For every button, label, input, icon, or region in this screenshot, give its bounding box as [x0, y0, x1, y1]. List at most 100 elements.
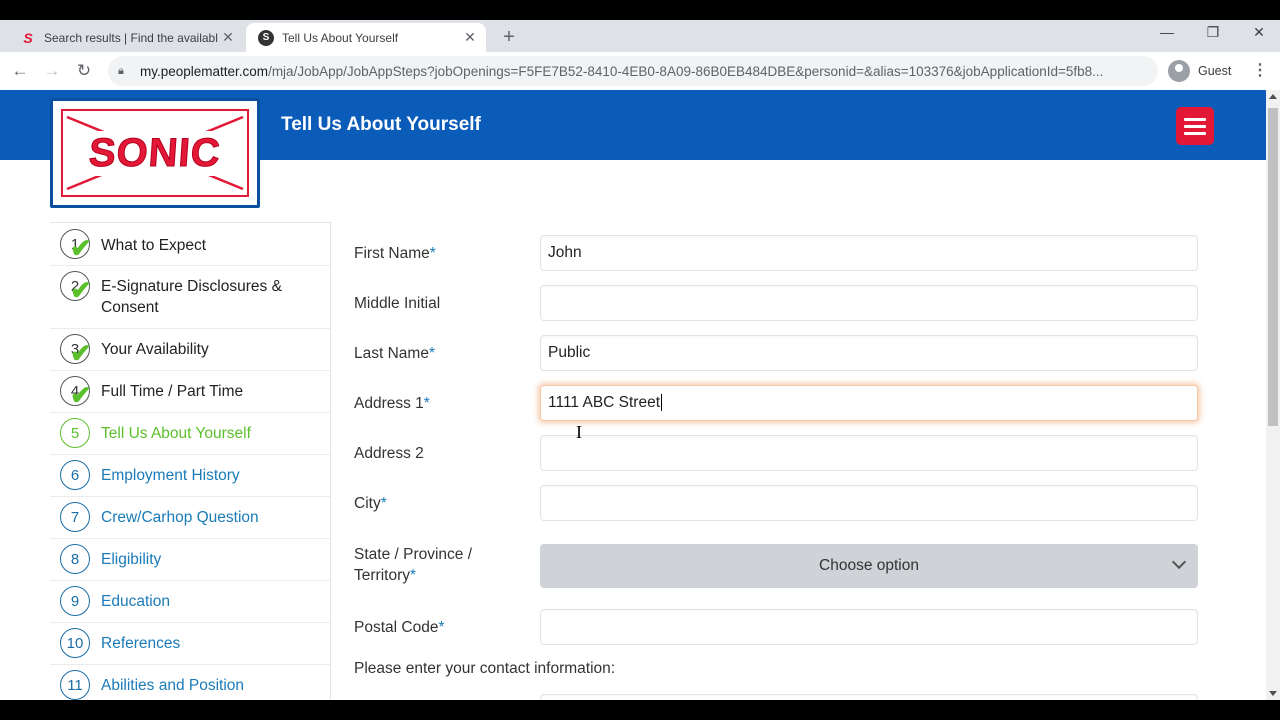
middle-initial-input[interactable] — [540, 285, 1198, 321]
back-arrow-icon[interactable]: ← — [4, 61, 36, 81]
profile-button[interactable]: Guest — [1168, 57, 1231, 85]
step-number: 8 — [60, 544, 90, 574]
step-10[interactable]: 10 References — [50, 623, 330, 665]
first-name-label: First Name* — [354, 243, 504, 264]
last-name-label: Last Name* — [354, 343, 504, 364]
url-text: my.peoplematter.com/mja/JobApp/JobAppSte… — [140, 64, 1140, 79]
sonic-logo: SONIC — [50, 98, 260, 208]
first-name-input[interactable]: John — [540, 235, 1198, 271]
text-cursor-icon: I — [576, 422, 582, 442]
tab-strip: S Search results | Find the available ✕ … — [0, 20, 1280, 52]
city-label: City* — [354, 493, 504, 514]
page-scrollbar[interactable] — [1266, 90, 1280, 700]
menu-button[interactable] — [1176, 107, 1214, 145]
step-label: Eligibility — [101, 551, 162, 568]
step-2[interactable]: 2 ✔ E-Signature Disclosures & Consent — [50, 266, 330, 329]
chevron-down-icon — [1171, 554, 1187, 570]
required-mark: * — [409, 567, 417, 584]
minimize-icon[interactable]: — — [1157, 24, 1177, 40]
step-label: Crew/Carhop Question — [101, 509, 259, 526]
state-selected-value: Choose option — [819, 557, 919, 574]
bottom-letterbox — [0, 700, 1280, 720]
step-5[interactable]: 5 Tell Us About Yourself — [50, 413, 330, 455]
address1-label: Address 1* — [354, 393, 504, 414]
step-label: What to Expect — [101, 237, 207, 254]
step-3[interactable]: 3 ✔ Your Availability — [50, 329, 330, 371]
step-number: 11 — [60, 670, 90, 700]
step-4[interactable]: 4 ✔ Full Time / Part Time — [50, 371, 330, 413]
web-page: Tell Us About Yourself SONIC 1 ✔ What to… — [0, 90, 1266, 700]
page-title: Tell Us About Yourself — [281, 114, 481, 135]
browser-chrome: S Search results | Find the available ✕ … — [0, 20, 1280, 90]
scroll-up-icon[interactable] — [1269, 94, 1277, 99]
browser-toolbar: ← → ↻ 🔒︎ my.peoplematter.com/mja/JobApp/… — [0, 52, 1280, 90]
more-menu-icon[interactable]: ⋮ — [1250, 60, 1270, 80]
label-text: City — [354, 495, 381, 512]
hamburger-line — [1184, 131, 1206, 135]
close-tab-icon[interactable]: ✕ — [460, 29, 480, 46]
state-select[interactable]: Choose option — [540, 544, 1198, 588]
logo-text: SONIC — [84, 130, 226, 176]
label-text: Address 1 — [354, 395, 424, 412]
s-circle-icon: S — [258, 29, 274, 46]
top-letterbox — [0, 0, 1280, 20]
label-text: Postal Code — [354, 619, 439, 636]
new-tab-button[interactable]: + — [498, 26, 520, 48]
contact-info-prompt: Please enter your contact information: — [354, 660, 616, 677]
hamburger-line — [1184, 124, 1206, 128]
step-11[interactable]: 11 Abilities and Position — [50, 665, 330, 700]
required-mark: * — [429, 245, 436, 262]
required-mark: * — [428, 345, 435, 362]
tab-search-results[interactable]: S Search results | Find the available ✕ — [8, 23, 244, 52]
address1-value: 1111 ABC Street — [548, 394, 661, 411]
step-7[interactable]: 7 Crew/Carhop Question — [50, 497, 330, 539]
step-8[interactable]: 8 Eligibility — [50, 539, 330, 581]
step-label: Employment History — [101, 467, 240, 484]
checkmark-icon: ✔ — [70, 275, 92, 305]
address-bar[interactable]: 🔒︎ my.peoplematter.com/mja/JobApp/JobApp… — [108, 56, 1158, 86]
url-host: my.peoplematter.com — [140, 63, 269, 79]
hamburger-line — [1184, 117, 1206, 121]
last-name-input[interactable]: Public — [540, 335, 1198, 371]
label-text: Last Name — [354, 345, 429, 362]
step-number: 9 — [60, 586, 90, 616]
text-caret — [661, 394, 663, 412]
step-9[interactable]: 9 Education — [50, 581, 330, 623]
address2-input[interactable] — [540, 435, 1198, 471]
middle-initial-label: Middle Initial — [354, 295, 441, 312]
step-number: 10 — [60, 628, 90, 658]
lock-icon: 🔒︎ — [118, 64, 124, 77]
step-1[interactable]: 1 ✔ What to Expect — [50, 223, 330, 266]
tab-title: Search results | Find the available — [44, 30, 218, 45]
logo-frame: SONIC — [61, 109, 249, 197]
tab-tell-us-about-yourself[interactable]: S Tell Us About Yourself ✕ — [246, 23, 486, 52]
label-text: First Name — [354, 245, 430, 262]
scroll-thumb[interactable] — [1268, 108, 1278, 426]
checkmark-icon: ✔ — [70, 338, 92, 368]
address2-label: Address 2 — [354, 445, 424, 462]
close-tab-icon[interactable]: ✕ — [218, 29, 238, 46]
checkmark-icon: ✔ — [70, 380, 92, 410]
postal-code-input[interactable] — [540, 609, 1198, 645]
restore-icon[interactable]: ❐ — [1203, 24, 1223, 41]
state-label: State / Province / Territory* — [354, 544, 504, 586]
reload-icon[interactable]: ↻ — [68, 61, 100, 81]
step-label: E-Signature Disclosures & Consent — [101, 278, 282, 316]
window-close-icon[interactable]: ✕ — [1249, 24, 1269, 41]
address1-input[interactable]: 1111 ABC Street — [540, 385, 1198, 421]
step-label: Your Availability — [101, 341, 209, 358]
step-6[interactable]: 6 Employment History — [50, 455, 330, 497]
postal-code-label: Postal Code* — [354, 617, 504, 638]
step-label: Abilities and Position — [101, 677, 245, 694]
city-input[interactable] — [540, 485, 1198, 521]
step-number: 6 — [60, 460, 90, 490]
step-label: Tell Us About Yourself — [101, 425, 251, 442]
required-mark: * — [423, 395, 430, 412]
steps-sidebar: 1 ✔ What to Expect 2 ✔ E-Signature Discl… — [50, 222, 331, 700]
url-path: /mja/JobApp/JobAppSteps?jobOpenings=F5FE… — [268, 63, 1104, 79]
step-number: 5 — [60, 418, 90, 448]
scroll-down-icon[interactable] — [1269, 691, 1277, 696]
required-mark: * — [380, 495, 387, 512]
tab-title: Tell Us About Yourself — [282, 30, 399, 45]
forward-arrow-icon[interactable]: → — [36, 61, 68, 81]
